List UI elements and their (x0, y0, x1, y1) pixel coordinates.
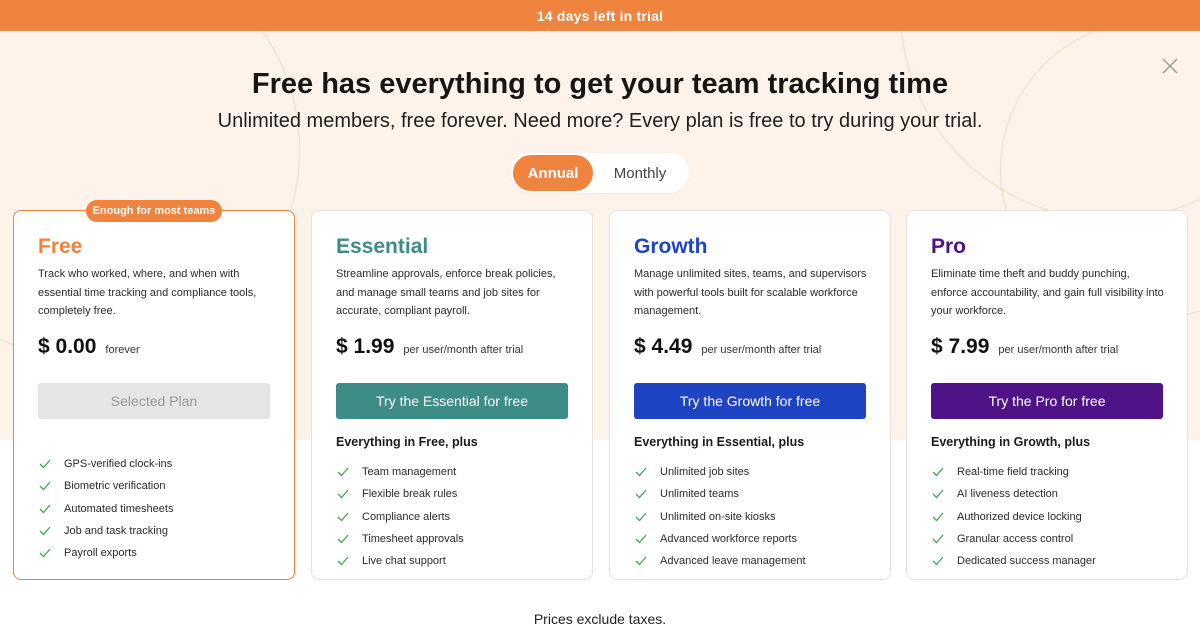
check-icon (337, 512, 349, 522)
check-icon (932, 490, 944, 499)
price-period: per user/month after trial (701, 344, 822, 356)
page-title: Free has everything to get your team tra… (251, 68, 949, 100)
billing-toggle: Annual Monthly (511, 153, 689, 193)
check-icon (932, 556, 944, 566)
plan-name: Pro (931, 235, 967, 258)
billing-annual-option[interactable]: Annual (513, 155, 593, 191)
price-amount: $ 4.49 (634, 335, 693, 358)
check-icon (635, 490, 647, 499)
feature-item: Biometric verification (38, 475, 173, 497)
price-amount: $ 0.00 (38, 335, 97, 358)
selected-plan-button: Selected Plan (38, 383, 270, 419)
try-growth-button[interactable]: Try the Growth for free (634, 383, 866, 419)
plan-name: Free (38, 235, 83, 258)
check-icon (39, 526, 51, 536)
plan-name: Essential (336, 235, 429, 258)
check-icon (635, 534, 647, 544)
plan-description: Manage unlimited sites, teams, and super… (634, 268, 867, 317)
check-icon (39, 548, 51, 558)
plan-price: $ 1.99 per user/month after trial (336, 335, 523, 359)
check-icon (337, 534, 349, 544)
feature-list: Unlimited job sites Unlimited teams Unli… (634, 461, 806, 572)
feature-item: Automated timesheets (38, 498, 173, 520)
includes-heading: Everything in Growth, plus (931, 435, 1091, 449)
plan-card-essential: Essential Streamline approvals, enforce … (311, 210, 593, 580)
plan-name: Growth (634, 235, 708, 258)
feature-item: Real-time field tracking (931, 461, 1096, 483)
check-icon (39, 482, 51, 491)
feature-list: Team management Flexible break rules Com… (336, 461, 464, 572)
feature-item: Advanced leave management (634, 550, 806, 572)
check-icon (337, 556, 349, 566)
check-icon (635, 467, 647, 477)
includes-heading: Everything in Free, plus (336, 435, 478, 449)
check-icon (932, 467, 944, 477)
plan-card-growth: Growth Manage unlimited sites, teams, an… (609, 210, 891, 580)
price-amount: $ 1.99 (336, 335, 395, 358)
feature-item: Live chat support (336, 550, 464, 572)
most-popular-badge: Enough for most teams (86, 200, 222, 222)
feature-item: Authorized device locking (931, 506, 1096, 528)
price-amount: $ 7.99 (931, 335, 990, 358)
feature-item: Granular access control (931, 528, 1096, 550)
plan-description: Eliminate time theft and buddy punching,… (931, 268, 1164, 317)
check-icon (932, 534, 944, 544)
feature-item: AI liveness detection (931, 483, 1096, 505)
feature-item: Job and task tracking (38, 520, 173, 542)
check-icon (932, 512, 944, 522)
price-period: per user/month after trial (998, 344, 1119, 356)
feature-item: Unlimited on-site kiosks (634, 506, 806, 528)
plan-card-free: Free Track who worked, where, and when w… (13, 210, 295, 580)
plan-price: $ 4.49 per user/month after trial (634, 335, 821, 359)
plan-price: $ 0.00 forever (38, 335, 140, 359)
feature-list: Real-time field tracking AI liveness det… (931, 461, 1096, 572)
plan-description: Track who worked, where, and when with e… (38, 268, 257, 317)
check-icon (337, 467, 349, 477)
price-period: per user/month after trial (403, 344, 524, 356)
feature-item: Team management (336, 461, 464, 483)
page-subtitle: Unlimited members, free forever. Need mo… (217, 110, 983, 132)
feature-item: Advanced workforce reports (634, 528, 806, 550)
check-icon (635, 512, 647, 522)
plan-card-pro: Pro Eliminate time theft and buddy punch… (906, 210, 1188, 580)
trial-banner: 14 days left in trial (0, 0, 1200, 31)
billing-monthly-option[interactable]: Monthly (593, 155, 687, 191)
try-essential-button[interactable]: Try the Essential for free (336, 383, 568, 419)
feature-item: Flexible break rules (336, 483, 464, 505)
feature-item: Unlimited teams (634, 483, 806, 505)
check-icon (635, 556, 647, 566)
try-pro-button[interactable]: Try the Pro for free (931, 383, 1163, 419)
check-icon (337, 490, 349, 499)
feature-list: GPS-verified clock-ins Biometric verific… (38, 453, 173, 564)
price-period: forever (105, 344, 140, 356)
feature-item: Payroll exports (38, 542, 173, 564)
feature-item: Timesheet approvals (336, 528, 464, 550)
feature-item: Dedicated success manager (931, 550, 1096, 572)
feature-item: Unlimited job sites (634, 461, 806, 483)
includes-heading: Everything in Essential, plus (634, 435, 805, 449)
plan-description: Streamline approvals, enforce break poli… (336, 268, 556, 317)
feature-item: Compliance alerts (336, 506, 464, 528)
check-icon (39, 459, 51, 469)
feature-item: GPS-verified clock-ins (38, 453, 173, 475)
check-icon (39, 504, 51, 514)
footer-note: Prices exclude taxes. (533, 611, 667, 627)
plan-price: $ 7.99 per user/month after trial (931, 335, 1118, 359)
